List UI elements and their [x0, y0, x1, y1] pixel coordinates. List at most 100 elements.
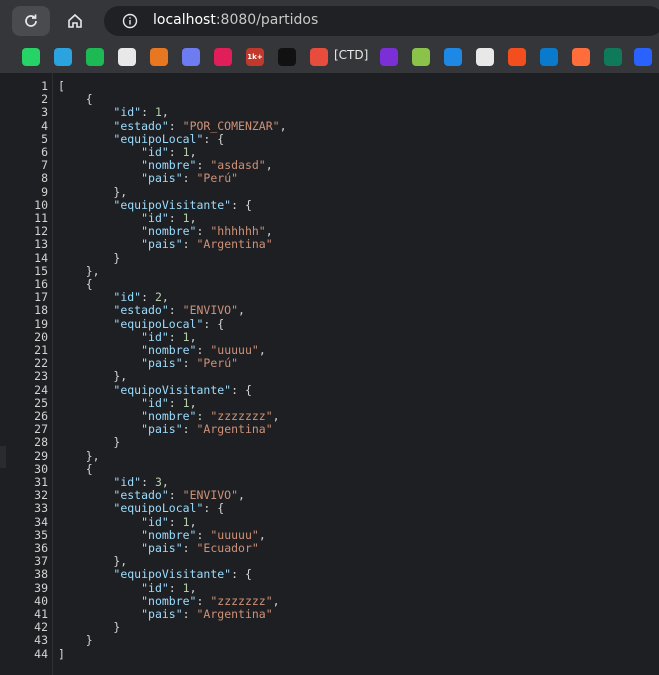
diamond-icon[interactable] — [412, 48, 430, 66]
code-text: [ — [58, 79, 65, 93]
line-number: 24 — [34, 382, 48, 397]
line-number: 23 — [34, 369, 48, 384]
line-number: 34 — [34, 514, 48, 529]
code-line: 41 "pais": "Argentina" — [0, 607, 659, 621]
code-text: { — [58, 277, 93, 291]
code-line: 6 "id": 1, — [0, 145, 659, 159]
url-text[interactable]: localhost:8080/partidos — [153, 12, 318, 28]
line-number: 31 — [34, 475, 48, 489]
code-text: "estado": "POR_COMENZAR", — [113, 118, 287, 133]
heart-icon[interactable] — [310, 48, 328, 66]
line-number: 29 — [34, 448, 48, 463]
code-text: "nombre": "zzzzzzz", — [141, 409, 280, 423]
square-app-icon[interactable] — [444, 48, 462, 66]
code-line: 3 "id": 1, — [0, 105, 659, 120]
code-text: }, — [58, 263, 100, 278]
code-text: }, — [58, 448, 100, 463]
code-line: 7 "nombre": "asdasd", — [0, 158, 659, 173]
code-line: 11 "id": 1, — [0, 211, 659, 225]
code-text: "equipoLocal": { — [113, 131, 225, 146]
spotify-icon[interactable] — [86, 48, 104, 66]
line-number: 43 — [34, 633, 48, 648]
code-text: "pais": "Argentina" — [141, 237, 273, 252]
line-number: 13 — [34, 237, 48, 252]
code-line: 9 }, — [0, 184, 659, 199]
code-line: 1[ — [0, 79, 659, 93]
code-line: 4 "estado": "POR_COMENZAR", — [0, 118, 659, 133]
code-line: 16 { — [0, 277, 659, 291]
code-line: 33 "equipoLocal": { — [0, 501, 659, 515]
code-line: 27 "pais": "Argentina" — [0, 422, 659, 436]
bookmarks-bar: [CTD] 1k+ — [0, 40, 659, 73]
line-number: 30 — [34, 461, 48, 476]
code-line: 8 "pais": "Perú" — [0, 171, 659, 186]
url-path: :8080/partidos — [215, 12, 319, 28]
github-icon[interactable] — [476, 48, 494, 66]
shield-u-icon[interactable] — [380, 48, 398, 66]
home-button[interactable] — [56, 6, 94, 36]
code-text: "pais": "Perú" — [141, 171, 239, 186]
line-number: 12 — [34, 224, 48, 239]
code-line: 29 }, — [0, 448, 659, 463]
code-line: 10 "equipoVisitante": { — [0, 198, 659, 212]
code-line: 14 } — [0, 250, 659, 265]
address-bar[interactable]: localhost:8080/partidos — [104, 6, 659, 36]
code-text: "id": 1, — [141, 145, 197, 159]
code-line: 32 "estado": "ENVIVO", — [0, 488, 659, 503]
code-text: "id": 1, — [141, 514, 197, 529]
sparkle-icon[interactable] — [182, 48, 200, 66]
home-icon — [68, 13, 82, 28]
code-line: 42 } — [0, 620, 659, 635]
reload-button[interactable] — [12, 6, 50, 36]
line-number: 9 — [41, 184, 48, 199]
line-number: 39 — [34, 580, 48, 595]
orange-arrow-icon[interactable] — [572, 48, 590, 66]
line-number: 5 — [41, 131, 48, 146]
slack-icon[interactable] — [214, 48, 232, 66]
dark-box-icon[interactable] — [278, 48, 296, 66]
info-icon[interactable] — [122, 13, 138, 29]
code-line: 28 } — [0, 435, 659, 449]
whatsapp-icon[interactable] — [22, 48, 40, 66]
code-text: "pais": "Argentina" — [141, 607, 273, 621]
line-number: 32 — [34, 488, 48, 503]
code-text: "nombre": "hhhhhh", — [141, 224, 273, 239]
code-text: "id": 3, — [113, 475, 169, 489]
code-text: "id": 1, — [113, 105, 169, 120]
code-text: "nombre": "asdasd", — [141, 158, 273, 173]
openai-icon[interactable] — [118, 48, 136, 66]
line-number: 18 — [34, 303, 48, 318]
bookmark-ctd[interactable]: [CTD] — [334, 48, 368, 62]
code-text: "nombre": "uuuuu", — [141, 527, 266, 542]
vscode-icon[interactable] — [540, 48, 558, 66]
code-text: { — [58, 92, 93, 107]
m-logo-icon[interactable] — [150, 48, 168, 66]
line-number: 44 — [34, 646, 48, 661]
line-number: 3 — [41, 105, 48, 120]
telegram-icon[interactable] — [54, 48, 72, 66]
line-number: 37 — [34, 554, 48, 569]
counter-badge-icon[interactable]: 1k+ — [246, 48, 264, 66]
line-number: 19 — [34, 316, 48, 331]
code-line: 44] — [0, 646, 659, 661]
code-text: } — [58, 250, 121, 265]
line-number: 8 — [41, 171, 48, 186]
line-number: 14 — [34, 250, 48, 265]
code-text: } — [58, 620, 121, 635]
url-host: localhost — [153, 12, 216, 28]
r-logo-icon[interactable] — [634, 48, 652, 66]
line-number: 15 — [34, 263, 48, 278]
line-number: 6 — [41, 145, 48, 159]
code-text: } — [58, 633, 93, 648]
code-text: }, — [58, 554, 128, 569]
code-line: 39 "id": 1, — [0, 580, 659, 595]
code-line: 24 "equipoVisitante": { — [0, 382, 659, 397]
leaf-icon[interactable] — [604, 48, 622, 66]
code-line: 31 "id": 3, — [0, 475, 659, 489]
code-line: 35 "nombre": "uuuuu", — [0, 527, 659, 542]
line-number: 26 — [34, 409, 48, 423]
figma-icon[interactable] — [508, 48, 526, 66]
code-line: 19 "equipoLocal": { — [0, 316, 659, 331]
code-text: "id": 2, — [113, 290, 169, 305]
line-number: 21 — [34, 343, 48, 357]
